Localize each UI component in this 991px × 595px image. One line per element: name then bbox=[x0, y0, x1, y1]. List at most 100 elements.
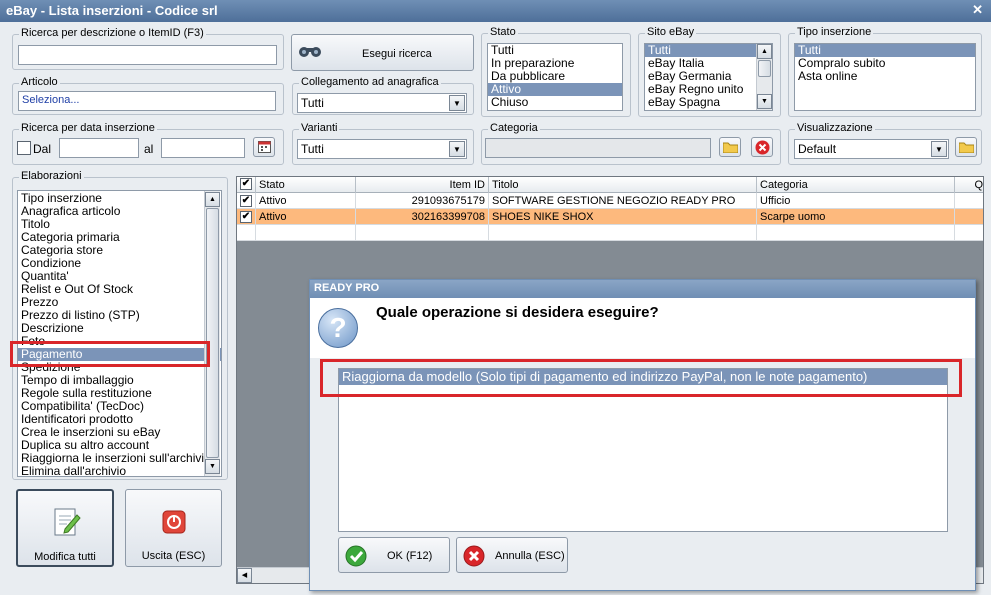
varianti-value: Tutti bbox=[301, 142, 324, 156]
categoria-clear-button[interactable] bbox=[751, 137, 773, 157]
dialog-titlebar: READY PRO bbox=[310, 280, 975, 298]
folder-icon bbox=[958, 141, 975, 156]
check-icon bbox=[345, 545, 367, 570]
search-button[interactable]: Esegui ricerca bbox=[291, 34, 474, 71]
chevron-down-icon[interactable]: ▼ bbox=[931, 141, 947, 157]
highlight-pagamento bbox=[10, 341, 210, 367]
scroll-thumb[interactable] bbox=[206, 208, 219, 458]
clear-icon bbox=[755, 140, 770, 158]
tipo-label: Tipo inserzione bbox=[795, 26, 874, 38]
highlight-operation bbox=[320, 359, 962, 397]
data-label: Ricerca per data inserzione bbox=[19, 122, 157, 134]
stato-listbox[interactable]: Tutti In preparazione Da pubblicare Attivo C… bbox=[487, 43, 623, 111]
cancel-icon bbox=[463, 545, 485, 570]
list-item[interactable]: Chiuso bbox=[488, 96, 622, 109]
scroll-down-icon[interactable]: ▼ bbox=[757, 94, 772, 109]
list-item[interactable]: eBay Spagna bbox=[645, 96, 772, 109]
chevron-down-icon[interactable]: ▼ bbox=[449, 95, 465, 111]
al-label: al bbox=[144, 142, 154, 156]
cell-q bbox=[955, 209, 983, 225]
visualizzazione-select[interactable]: Default ▼ bbox=[794, 139, 949, 159]
articolo-label: Articolo bbox=[19, 76, 60, 88]
ok-button[interactable]: OK (F12) bbox=[338, 537, 450, 573]
sito-label: Sito eBay bbox=[645, 26, 697, 38]
scroll-up-icon[interactable]: ▲ bbox=[205, 192, 220, 207]
categoria-field bbox=[485, 138, 711, 158]
stato-label: Stato bbox=[488, 26, 518, 38]
chevron-down-icon[interactable]: ▼ bbox=[449, 141, 465, 157]
varianti-label: Varianti bbox=[299, 122, 340, 134]
collegamento-value: Tutti bbox=[301, 96, 324, 110]
window-title: eBay - Lista inserzioni - Codice srl bbox=[6, 3, 218, 18]
list-item[interactable]: Asta online bbox=[795, 70, 975, 83]
annulla-button[interactable]: Annulla (ESC) bbox=[456, 537, 568, 573]
header-titolo[interactable]: Titolo bbox=[489, 177, 757, 193]
cell-titolo: SHOES NIKE SHOX bbox=[489, 209, 757, 225]
elaborazioni-listbox[interactable]: Tipo inserzione Anagrafica articolo Titolo… bbox=[17, 190, 222, 477]
modifica-tutti-button[interactable]: Modifica tutti bbox=[16, 489, 114, 567]
annulla-label: Annulla (ESC) bbox=[495, 550, 565, 562]
dal-label: Dal bbox=[33, 142, 52, 156]
header-item-id[interactable]: Item ID bbox=[356, 177, 489, 193]
cell-q bbox=[955, 193, 983, 209]
list-item[interactable]: Descrizione bbox=[18, 322, 221, 335]
row-checkbox[interactable]: ✔ bbox=[240, 211, 252, 223]
cell-titolo: SOFTWARE GESTIONE NEGOZIO READY PRO bbox=[489, 193, 757, 209]
sito-listbox[interactable]: Tutti eBay Italia eBay Germania eBay Regno … bbox=[644, 43, 773, 111]
articolo-field[interactable]: Seleziona... bbox=[18, 91, 276, 111]
cell-stato: Attivo bbox=[256, 193, 356, 209]
al-input[interactable] bbox=[161, 138, 245, 158]
folder-icon bbox=[722, 141, 739, 156]
cell-categoria: Ufficio bbox=[757, 193, 955, 209]
visualizzazione-folder-button[interactable] bbox=[955, 137, 977, 157]
dal-input[interactable] bbox=[59, 138, 139, 158]
visualizzazione-label: Visualizzazione bbox=[795, 122, 875, 134]
uscita-button[interactable]: Uscita (ESC) bbox=[125, 489, 222, 567]
calendar-button[interactable] bbox=[253, 137, 275, 157]
collegamento-label: Collegamento ad anagrafica bbox=[299, 76, 441, 88]
table-row-empty[interactable] bbox=[237, 225, 983, 241]
categoria-folder-button[interactable] bbox=[719, 137, 741, 157]
elaborazioni-label: Elaborazioni bbox=[19, 170, 84, 182]
search-button-label: Esegui ricerca bbox=[362, 48, 432, 60]
list-item[interactable]: Elimina dall'archivio bbox=[18, 465, 221, 477]
search-label: Ricerca per descrizione o ItemID (F3) bbox=[19, 27, 206, 39]
dal-checkbox[interactable] bbox=[17, 141, 31, 155]
visualizzazione-value: Default bbox=[798, 142, 837, 156]
dialog-question: Quale operazione si desidera eseguire? bbox=[376, 304, 659, 321]
sito-scrollbar[interactable]: ▲ ▼ bbox=[756, 44, 772, 110]
header-checkbox-col[interactable]: ✔ bbox=[237, 177, 256, 193]
binoculars-icon bbox=[298, 43, 322, 62]
calendar-icon bbox=[258, 140, 271, 156]
header-checkbox[interactable]: ✔ bbox=[240, 178, 252, 190]
collegamento-select[interactable]: Tutti ▼ bbox=[297, 93, 467, 113]
cell-categoria: Scarpe uomo bbox=[757, 209, 955, 225]
cell-item-id: 302163399708 bbox=[356, 209, 489, 225]
close-icon[interactable]: ✕ bbox=[972, 2, 983, 18]
elaborazioni-scrollbar[interactable]: ▲ ▼ bbox=[204, 191, 220, 476]
operation-dialog: READY PRO ? Quale operazione si desidera… bbox=[309, 279, 976, 591]
search-input[interactable] bbox=[18, 45, 277, 65]
table-row[interactable]: ✔ Attivo 291093675179 SOFTWARE GESTIONE … bbox=[237, 193, 983, 209]
uscita-label: Uscita (ESC) bbox=[141, 550, 206, 562]
cell-stato: Attivo bbox=[256, 209, 356, 225]
cell-item-id: 291093675179 bbox=[356, 193, 489, 209]
scroll-thumb[interactable] bbox=[758, 60, 771, 77]
header-categoria[interactable]: Categoria bbox=[757, 177, 955, 193]
dialog-header: ? Quale operazione si desidera eseguire? bbox=[310, 298, 975, 358]
table-row[interactable]: ✔ Attivo 302163399708 SHOES NIKE SHOX Sc… bbox=[237, 209, 983, 225]
categoria-label: Categoria bbox=[488, 122, 540, 134]
header-q[interactable]: Q bbox=[955, 177, 983, 193]
varianti-select[interactable]: Tutti ▼ bbox=[297, 139, 467, 159]
modifica-tutti-label: Modifica tutti bbox=[34, 551, 96, 563]
grid-header: ✔ Stato Item ID Titolo Categoria Q bbox=[237, 177, 983, 193]
question-icon: ? bbox=[318, 308, 358, 348]
scroll-left-icon[interactable]: ◀ bbox=[237, 568, 252, 583]
scroll-up-icon[interactable]: ▲ bbox=[757, 44, 772, 59]
edit-document-icon bbox=[53, 507, 81, 540]
header-stato[interactable]: Stato bbox=[256, 177, 356, 193]
dialog-title: READY PRO bbox=[314, 282, 380, 294]
row-checkbox[interactable]: ✔ bbox=[240, 195, 252, 207]
tipo-listbox[interactable]: Tutti Compralo subito Asta online bbox=[794, 43, 976, 111]
scroll-down-icon[interactable]: ▼ bbox=[205, 459, 220, 474]
